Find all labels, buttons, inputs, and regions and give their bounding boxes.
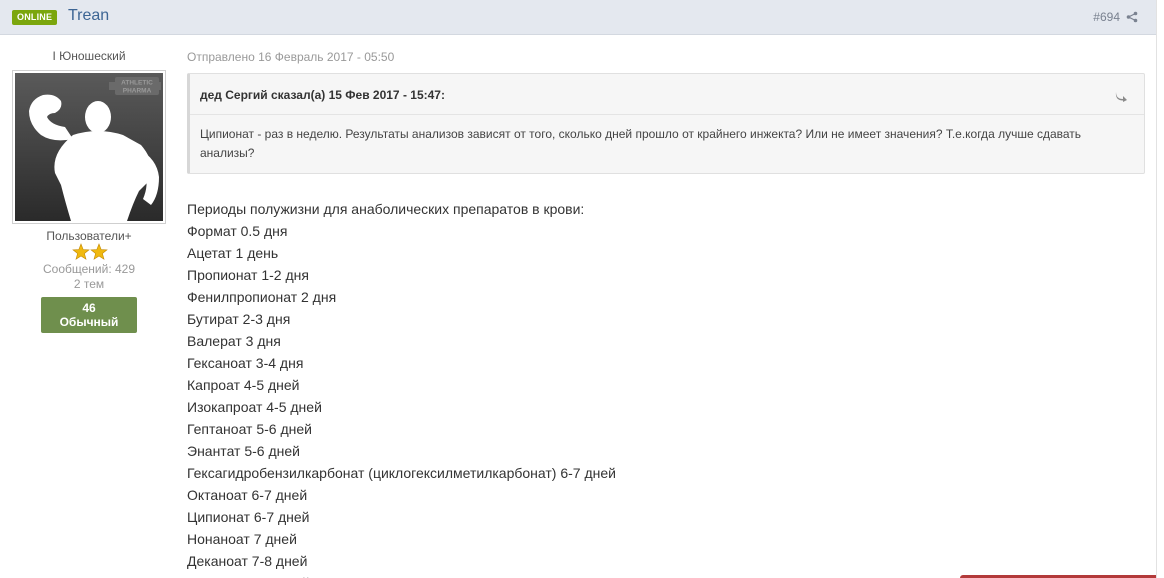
post-text-line: Гексагидробензилкарбонат (циклогексилмет… bbox=[187, 465, 616, 481]
post-date: Отправлено 16 Февраль 2017 - 05:50 bbox=[187, 50, 395, 64]
logo-line-2: PHARMA bbox=[123, 88, 152, 95]
post-text-line: Периоды полужизни для анаболических преп… bbox=[187, 201, 585, 217]
posts-count: Сообщений: 429 bbox=[42, 262, 136, 276]
user-title: I Юношеский bbox=[52, 49, 126, 63]
user-group: Пользователи+ bbox=[46, 229, 132, 243]
post-text-line: Ацетат 1 день bbox=[187, 245, 279, 261]
post-text-line: Деканоат 7-8 дней bbox=[187, 553, 308, 569]
avatar[interactable]: ATHLETIC PHARMA bbox=[12, 70, 166, 224]
post-header: ONLINE Trean #694 bbox=[0, 0, 1156, 35]
post-text-line: Бутират 2-3 дня bbox=[187, 311, 291, 327]
post-text-line: Гексаноат 3-4 дня bbox=[187, 355, 304, 371]
post-text-line: Гептаноат 5-6 дней bbox=[187, 421, 312, 437]
post-number-link[interactable]: #694 bbox=[1093, 10, 1120, 24]
bodybuilder-silhouette-icon: ATHLETIC PHARMA bbox=[29, 77, 161, 221]
post-body: Периоды полужизни для анаболических преп… bbox=[187, 198, 1127, 578]
reputation-label: Обычный bbox=[59, 315, 119, 329]
post-text-line: Пропионат 1-2 дня bbox=[187, 267, 309, 283]
post-text-line: Изокапроат 4-5 дней bbox=[187, 399, 322, 415]
reputation-value: 46 bbox=[82, 301, 96, 315]
logo-line-1: ATHLETIC bbox=[121, 80, 153, 87]
post-text-line: Нонаноат 7 дней bbox=[187, 531, 297, 547]
reputation-badge[interactable]: 46 Обычный bbox=[41, 297, 137, 333]
quote-citation: дед Сергий сказал(а) 15 Фев 2017 - 15:47… bbox=[190, 74, 1144, 115]
rank-stars-icon bbox=[72, 243, 108, 260]
post-text-line: Капроат 4-5 дней bbox=[187, 377, 300, 393]
quote-author: дед Сергий сказал(а) 15 Фев 2017 - 15:47… bbox=[200, 88, 445, 102]
post-text-line: Ципионат 6-7 дней bbox=[187, 509, 310, 525]
page-edge bbox=[1156, 0, 1164, 578]
post-text-line: Октаноат 6-7 дней bbox=[187, 487, 308, 503]
author-panel: I Юношеский ATHLETIC PHARMA Пользователи… bbox=[0, 36, 178, 578]
author-name-link[interactable]: Trean bbox=[68, 7, 109, 25]
share-icon[interactable] bbox=[1126, 11, 1138, 23]
avatar-image: ATHLETIC PHARMA bbox=[15, 73, 163, 221]
post-text-line: Фенилпропионат 2 дня bbox=[187, 289, 337, 305]
post-text-line: Валерат 3 дня bbox=[187, 333, 281, 349]
post-text-line: Энантат 5-6 дней bbox=[187, 443, 300, 459]
quote-block: дед Сергий сказал(а) 15 Фев 2017 - 15:47… bbox=[187, 73, 1145, 174]
post-text-line: Формат 0.5 дня bbox=[187, 223, 288, 239]
quote-text: Ципионат - раз в неделю. Результаты анал… bbox=[200, 127, 1082, 160]
online-status-badge: ONLINE bbox=[12, 10, 58, 25]
jump-to-quote-icon[interactable] bbox=[1114, 90, 1128, 102]
topics-count: 2 тем bbox=[73, 277, 105, 291]
